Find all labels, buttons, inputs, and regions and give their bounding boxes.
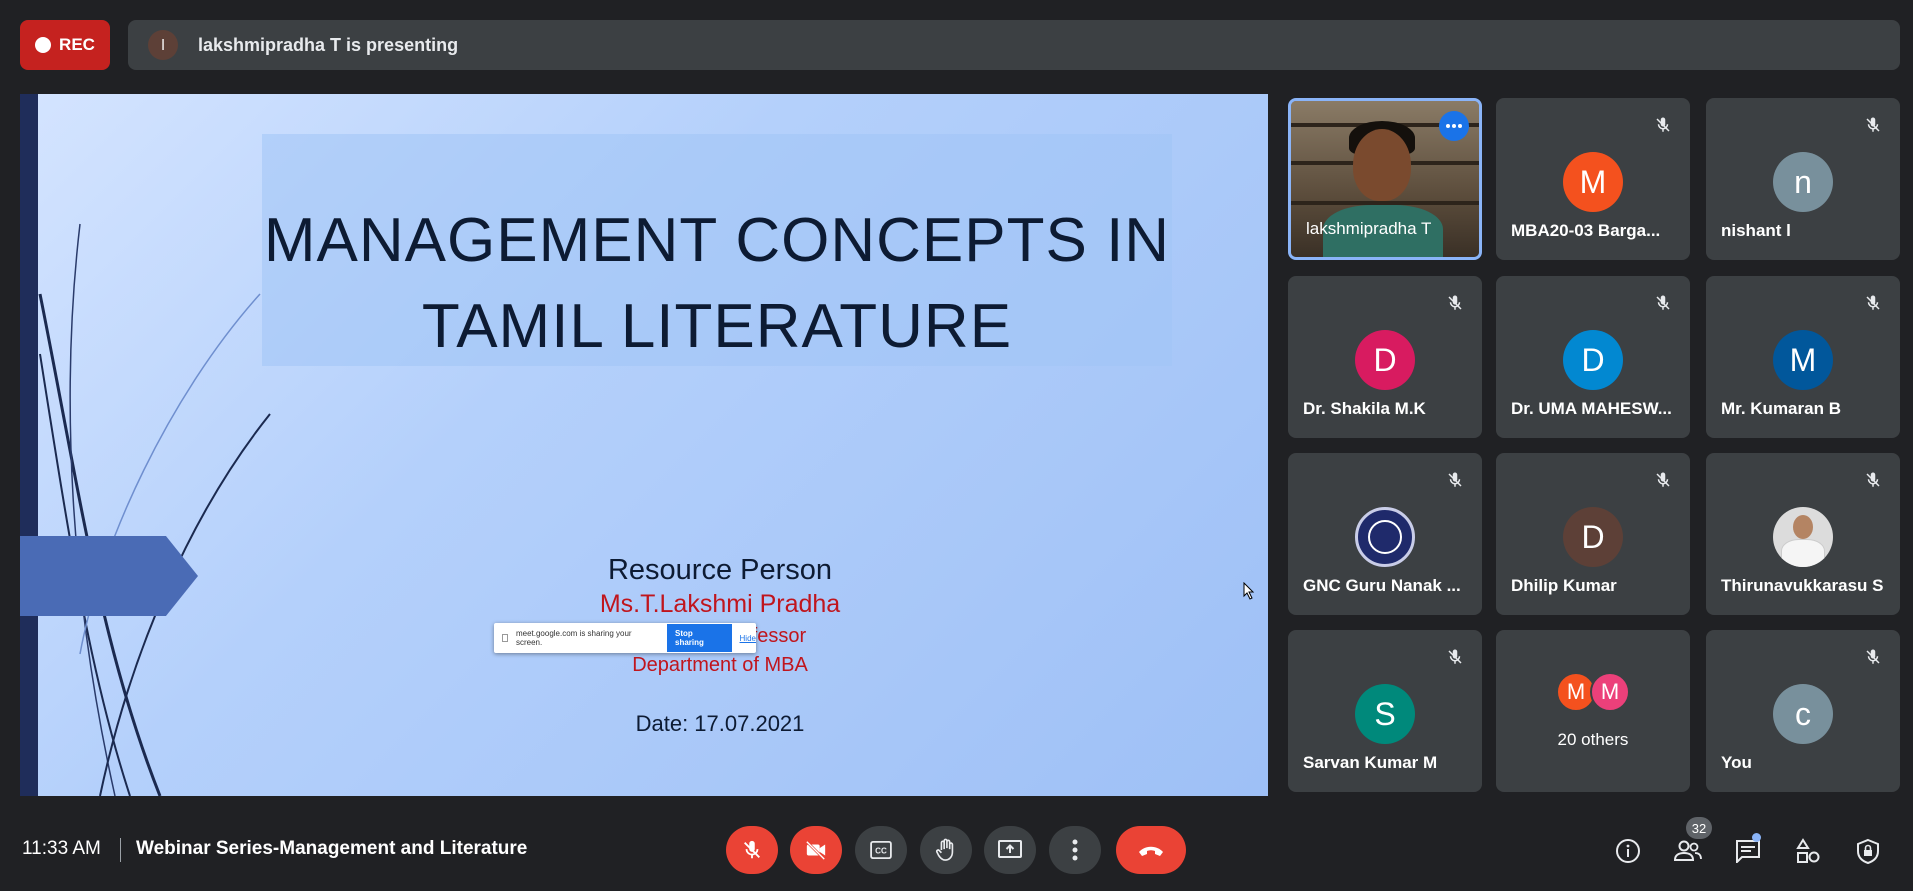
- more-options-button[interactable]: [1049, 826, 1101, 874]
- participant-tile[interactable]: S Sarvan Kumar M: [1288, 630, 1482, 792]
- participant-name: Dhilip Kumar: [1511, 576, 1617, 595]
- raise-hand-button[interactable]: [920, 826, 972, 874]
- participant-name: MBA20-03 Barga...: [1511, 221, 1661, 240]
- participant-name: Mr. Kumaran B: [1721, 399, 1841, 418]
- meeting-title: Webinar Series-Management and Literature: [136, 838, 528, 859]
- participant-tile[interactable]: M MBA20-03 Barga...: [1496, 98, 1690, 260]
- people-button[interactable]: [1671, 834, 1705, 868]
- others-tile[interactable]: M M 20 others: [1496, 630, 1690, 792]
- mic-off-icon: [1650, 290, 1676, 316]
- chat-icon: [1736, 840, 1760, 863]
- hang-up-icon: [1139, 846, 1163, 856]
- leave-call-button[interactable]: [1116, 826, 1186, 874]
- divider: [120, 838, 121, 862]
- activities-button[interactable]: [1791, 834, 1825, 868]
- participant-name: You: [1721, 753, 1752, 772]
- camera-toggle-button[interactable]: [790, 826, 842, 874]
- chat-notification-dot: [1752, 833, 1761, 842]
- host-controls-button[interactable]: [1851, 834, 1885, 868]
- stop-sharing-button[interactable]: Stop sharing: [667, 624, 732, 652]
- avatar: n: [1773, 152, 1833, 212]
- mic-off-icon: [1650, 467, 1676, 493]
- recording-indicator: REC: [20, 20, 110, 70]
- share-message: meet.google.com is sharing your screen.: [515, 629, 632, 647]
- resource-person-label: Resource Person: [607, 554, 833, 586]
- participant-name: Dr. Shakila M.K: [1303, 399, 1426, 418]
- more-options-icon: [1072, 839, 1078, 861]
- record-dot-icon: [35, 37, 52, 53]
- participant-tile[interactable]: GNC Guru Nanak ...: [1288, 453, 1482, 615]
- presenting-text: lakshmipradha T is presenting: [198, 34, 459, 55]
- mic-off-icon: [1442, 644, 1468, 670]
- presenting-banner: l lakshmipradha T is presenting: [128, 20, 1900, 70]
- meeting-clock: 11:33 AM: [22, 838, 101, 859]
- avatar: D: [1563, 330, 1623, 390]
- recording-label: REC: [59, 35, 95, 54]
- others-avatars: M M: [1556, 672, 1630, 712]
- avatar: D: [1563, 507, 1623, 567]
- avatar: D: [1355, 330, 1415, 390]
- participant-name: GNC Guru Nanak ...: [1303, 576, 1461, 595]
- participant-tile[interactable]: D Dr. UMA MAHESW...: [1496, 276, 1690, 438]
- resource-person-name: Ms.T.Lakshmi Pradha: [599, 590, 841, 618]
- mic-off-icon: [1442, 467, 1468, 493]
- participant-tile[interactable]: M Mr. Kumaran B: [1706, 276, 1900, 438]
- others-count-label: 20 others: [1557, 730, 1629, 749]
- info-icon: [1616, 839, 1640, 863]
- avatar: S: [1355, 684, 1415, 744]
- captions-button[interactable]: CC: [855, 826, 907, 874]
- share-indicator-icon: [502, 634, 508, 642]
- participant-name: lakshmipradha T: [1306, 219, 1432, 238]
- participant-tile[interactable]: D Dhilip Kumar: [1496, 453, 1690, 615]
- participant-tile-lakshmipradha[interactable]: lakshmipradha T: [1288, 98, 1482, 260]
- mic-off-icon: [1860, 644, 1886, 670]
- present-screen-button[interactable]: [984, 826, 1036, 874]
- self-tile[interactable]: c You: [1706, 630, 1900, 792]
- host-controls-icon: [1857, 838, 1879, 864]
- mic-off-icon: [1860, 290, 1886, 316]
- avatar: M: [1773, 330, 1833, 390]
- slide-arrow-shape: [20, 536, 198, 616]
- camera-off-icon: [805, 840, 826, 861]
- participant-tile[interactable]: Thirunavukkarasu S: [1706, 453, 1900, 615]
- svg-text:CC: CC: [875, 847, 887, 856]
- slide-title: MANAGEMENT CONCEPTS IN TAMIL LITERATURE: [263, 206, 1171, 361]
- mic-off-icon: [744, 840, 760, 859]
- more-options-icon[interactable]: [1439, 111, 1469, 141]
- participant-name: Dr. UMA MAHESW...: [1511, 399, 1672, 418]
- mic-off-icon: [1860, 112, 1886, 138]
- participant-name: nishant l: [1721, 221, 1791, 240]
- avatar: c: [1773, 684, 1833, 744]
- screen-share-notification: meet.google.com is sharing your screen. …: [494, 623, 756, 653]
- presenter-avatar: l: [148, 30, 178, 60]
- slide-decorative-curves: [38, 223, 271, 796]
- avatar: M: [1563, 152, 1623, 212]
- mic-off-icon: [1860, 467, 1886, 493]
- activities-icon: [1796, 838, 1820, 863]
- people-icon: [1673, 840, 1702, 861]
- participant-count-badge: 32: [1686, 817, 1712, 839]
- participant-tile[interactable]: n nishant l: [1706, 98, 1900, 260]
- slide-date: Date: 17.07.2021: [635, 711, 805, 736]
- mouse-cursor-icon: [1243, 582, 1255, 600]
- mic-off-icon: [1442, 290, 1468, 316]
- participant-name: Sarvan Kumar M: [1303, 753, 1438, 772]
- hide-link[interactable]: Hide: [740, 634, 756, 643]
- captions-icon: CC: [870, 841, 892, 859]
- microphone-toggle-button[interactable]: [726, 826, 778, 874]
- participant-name: Thirunavukkarasu S: [1721, 576, 1884, 595]
- raise-hand-icon: [936, 838, 954, 861]
- resource-person-department: Department of MBA: [632, 654, 808, 676]
- meeting-details-button[interactable]: [1611, 834, 1645, 868]
- profile-photo-avatar: [1773, 507, 1833, 567]
- avatar: M: [1590, 672, 1630, 712]
- participant-tile[interactable]: D Dr. Shakila M.K: [1288, 276, 1482, 438]
- college-logo-avatar: [1355, 507, 1415, 567]
- mic-off-icon: [1650, 112, 1676, 138]
- present-screen-icon: [998, 840, 1022, 858]
- shared-screen-presentation[interactable]: MANAGEMENT CONCEPTS IN TAMIL LITERATURE …: [20, 94, 1268, 796]
